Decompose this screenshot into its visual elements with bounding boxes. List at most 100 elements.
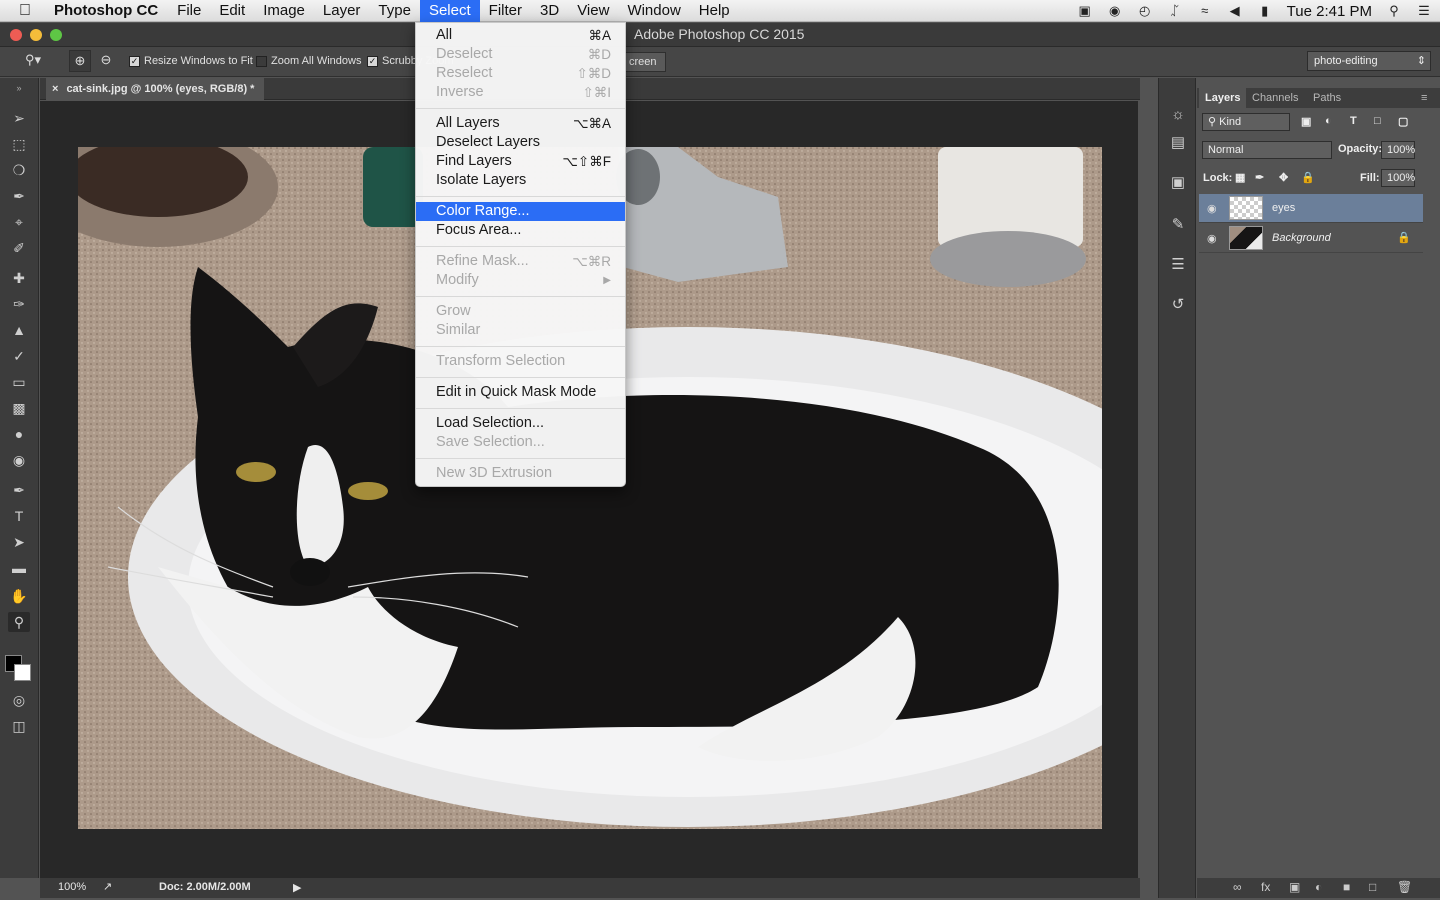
adjustment-layer-icon[interactable]: ◐ (1315, 880, 1322, 894)
menu-item-all-layers[interactable]: All Layers ⌥⌘A (416, 114, 625, 133)
gradient-tool-icon[interactable]: ▩ (8, 398, 30, 418)
shield-status-icon[interactable]: ▣ (1077, 3, 1093, 19)
menu-item-grow[interactable]: Grow (416, 302, 625, 321)
menu-item-similar[interactable]: Similar (416, 321, 625, 340)
menu-item-load-selection[interactable]: Load Selection... (416, 414, 625, 433)
volume-icon[interactable]: ◀ (1227, 3, 1243, 19)
crop-tool-icon[interactable]: ⌖ (8, 212, 30, 232)
scrubby-zoom-checkbox[interactable]: ✓ (367, 55, 378, 67)
new-group-icon[interactable]: ■ (1343, 880, 1350, 894)
menu-item-new-3d-extrusion[interactable]: New 3D Extrusion (416, 464, 625, 483)
screen-mode-icon[interactable]: ◫ (8, 716, 30, 736)
menu-item-inverse[interactable]: Inverse ⇧⌘I (416, 83, 625, 102)
document-tab[interactable]: × cat-sink.jpg @ 100% (eyes, RGB/8) * (46, 78, 265, 100)
apple-icon[interactable]:  (0, 2, 50, 20)
filter-smart-object-icon[interactable]: ▢ (1398, 115, 1408, 128)
eye-status-icon[interactable]: ◉ (1107, 3, 1123, 19)
workspace-select[interactable]: photo-editing ⇕ (1307, 51, 1431, 71)
menu-item-refine-mask[interactable]: Refine Mask... ⌥⌘R (416, 252, 625, 271)
share-icon[interactable]: ↗ (103, 880, 112, 893)
hand-tool-icon[interactable]: ✋ (8, 586, 30, 606)
menu-file[interactable]: File (168, 0, 210, 22)
quick-selection-tool-icon[interactable]: ✒ (8, 186, 30, 206)
lock-position-icon[interactable]: ✥ (1279, 171, 1288, 184)
zoom-level[interactable]: 100% (58, 881, 86, 893)
menu-item-modify[interactable]: Modify ▶ (416, 271, 625, 290)
menu-item-find-layers[interactable]: Find Layers ⌥⇧⌘F (416, 152, 625, 171)
zoom-tool-icon[interactable]: ⚲ (8, 612, 30, 632)
link-layers-icon[interactable]: ∞ (1233, 880, 1242, 894)
menu-item-deselect-layers[interactable]: Deselect Layers (416, 133, 625, 152)
dodge-tool-icon[interactable]: ◉ (8, 450, 30, 470)
fill-field[interactable]: 100% (1381, 169, 1415, 187)
menu-help[interactable]: Help (690, 0, 739, 22)
zoom-tool-preset-icon[interactable]: ⚲▾ (22, 50, 44, 72)
opacity-field[interactable]: 100% (1381, 141, 1415, 159)
background-color-swatch[interactable] (14, 664, 31, 681)
menu-item-color-range[interactable]: Color Range... (416, 202, 625, 221)
eraser-tool-icon[interactable]: ▭ (8, 372, 30, 392)
minimize-window-icon[interactable] (30, 29, 42, 41)
menu-filter[interactable]: Filter (480, 0, 531, 22)
blur-tool-icon[interactable]: ● (8, 424, 30, 444)
healing-brush-tool-icon[interactable]: ✚ (8, 268, 30, 288)
menu-window[interactable]: Window (618, 0, 689, 22)
brush-tool-icon[interactable]: ✑ (8, 294, 30, 314)
filter-shape-icon[interactable]: □ (1374, 115, 1381, 127)
marquee-tool-icon[interactable]: ⬚ (8, 134, 30, 154)
menu-item-isolate-layers[interactable]: Isolate Layers (416, 171, 625, 190)
delete-layer-icon[interactable]: 🗑 (1397, 880, 1412, 894)
menu-image[interactable]: Image (254, 0, 314, 22)
close-tab-icon[interactable]: × (52, 78, 58, 100)
rectangle-tool-icon[interactable]: ▬ (8, 558, 30, 578)
layer-style-fx-icon[interactable]: fx (1261, 880, 1270, 894)
status-menu-arrow-icon[interactable]: ▶ (293, 881, 301, 894)
adjustments-icon[interactable]: ☼ (1167, 104, 1189, 126)
lock-transparent-icon[interactable]: ▦ (1235, 171, 1245, 184)
tab-channels[interactable]: Channels (1246, 88, 1304, 108)
layer-background[interactable]: ◉ Background 🔒 (1199, 224, 1423, 253)
clone-stamp-tool-icon[interactable]: ▲ (8, 320, 30, 340)
path-selection-tool-icon[interactable]: ➤ (8, 532, 30, 552)
wifi-icon[interactable]: ≈ (1197, 3, 1213, 19)
bluetooth-icon[interactable]: ᛢ (1167, 3, 1183, 19)
resize-windows-checkbox[interactable]: ✓ (129, 55, 140, 67)
tab-paths[interactable]: Paths (1307, 88, 1347, 108)
blend-mode-select[interactable]: Normal (1202, 141, 1332, 159)
filter-adjustment-icon[interactable]: ◐ (1325, 115, 1332, 127)
lasso-tool-icon[interactable]: ❍ (8, 160, 30, 180)
eyedropper-tool-icon[interactable]: ✐ (8, 238, 30, 258)
zoom-window-icon[interactable] (50, 29, 62, 41)
zoom-all-windows-checkbox[interactable] (256, 55, 267, 67)
notification-list-icon[interactable]: ☰ (1416, 3, 1432, 19)
layer-comps-icon[interactable]: ▣ (1167, 172, 1189, 194)
history-icon[interactable]: ↺ (1167, 294, 1189, 316)
move-tool-icon[interactable]: ➢ (8, 108, 30, 128)
lock-image-icon[interactable]: ✒ (1255, 171, 1264, 184)
zoom-in-icon[interactable]: ⊕ (69, 50, 91, 72)
menu-layer[interactable]: Layer (314, 0, 370, 22)
fit-screen-button[interactable]: creen (620, 52, 666, 72)
menu-select[interactable]: Select (419, 0, 480, 22)
collapse-tools-icon[interactable]: » (8, 78, 30, 98)
filter-type-icon[interactable]: T (1350, 115, 1357, 127)
visibility-eye-icon[interactable]: ◉ (1207, 202, 1221, 215)
menu-item-quick-mask[interactable]: Edit in Quick Mask Mode (416, 383, 625, 402)
history-brush-tool-icon[interactable]: ✓ (8, 346, 30, 366)
lock-all-icon[interactable]: 🔒 (1301, 171, 1315, 184)
menu-edit[interactable]: Edit (210, 0, 254, 22)
paragraph-styles-icon[interactable]: ✎ (1167, 214, 1189, 236)
menu-type[interactable]: Type (369, 0, 420, 22)
pen-tool-icon[interactable]: ✒ (8, 480, 30, 500)
spotlight-search-icon[interactable]: ⚲ (1386, 3, 1402, 19)
battery-icon[interactable]: ▮ (1257, 3, 1273, 19)
filter-pixel-icon[interactable]: ▣ (1301, 115, 1311, 128)
menu-item-focus-area[interactable]: Focus Area... (416, 221, 625, 240)
type-tool-icon[interactable]: T (8, 506, 30, 526)
menu-3d[interactable]: 3D (531, 0, 568, 22)
menu-item-deselect[interactable]: Deselect ⌘D (416, 45, 625, 64)
zoom-out-icon[interactable]: ⊖ (95, 50, 117, 72)
histogram-icon[interactable]: ▤ (1167, 132, 1189, 154)
visibility-eye-icon[interactable]: ◉ (1207, 232, 1221, 245)
menu-item-save-selection[interactable]: Save Selection... (416, 433, 625, 452)
